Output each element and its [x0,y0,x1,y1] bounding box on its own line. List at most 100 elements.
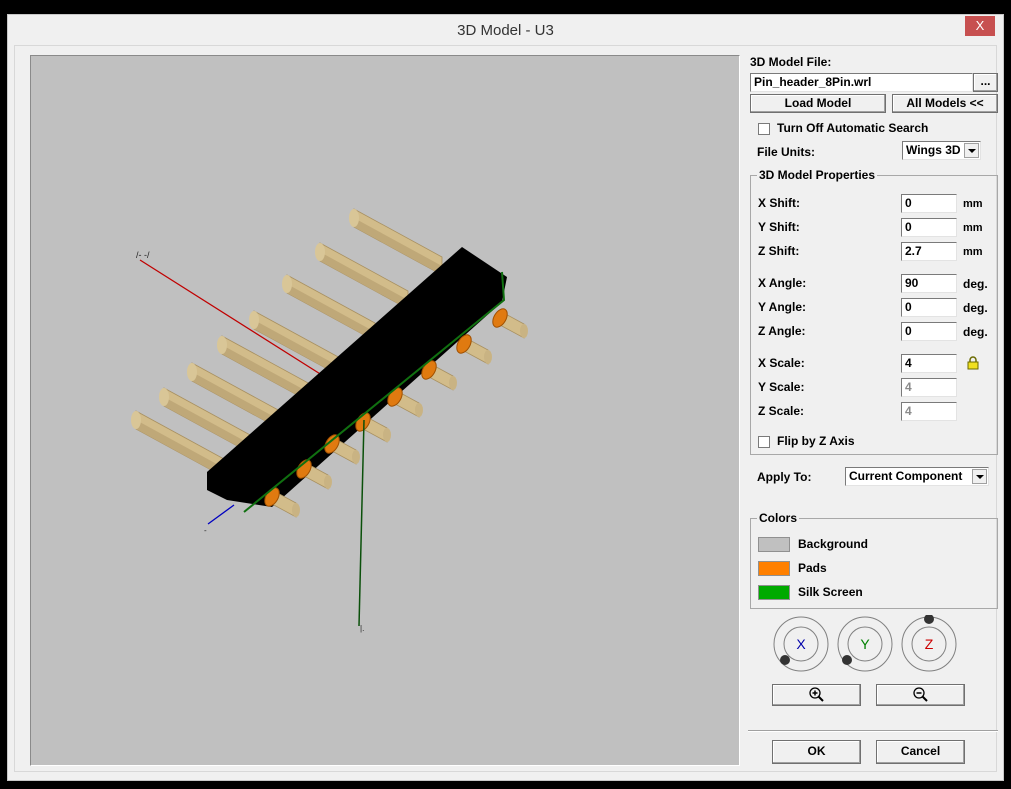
chevron-down-icon[interactable] [972,469,987,484]
pin-front-tip-8 [520,324,528,338]
background-color-swatch[interactable] [758,537,790,552]
lock-icon[interactable] [967,356,979,370]
pin-back-tip-6 [282,275,292,293]
z-shift-unit: mm [963,246,983,258]
dialog-client: /- -/ |. - 3D Model File: Pin_header_8Pin.… [14,45,998,773]
z-dial-handle[interactable] [924,615,934,624]
y-angle-label: Y Angle: [758,300,807,314]
load-model-button[interactable]: Load Model [750,94,886,113]
y-dial-handle[interactable] [842,655,852,665]
z-shift-input[interactable]: 2.7 [901,242,957,261]
y-rotation-dial[interactable]: Y [836,615,894,673]
pin-front-tip-1 [292,503,300,517]
pin-back-tip-8 [349,209,359,227]
y-axis-end-label: |. [360,624,364,633]
x-scale-input[interactable]: 4 [901,354,957,373]
pin-back-tip-2 [159,388,169,406]
x-shift-unit: mm [963,198,983,210]
zoom-in-button[interactable] [772,684,861,706]
y-shift-input[interactable]: 0 [901,218,957,237]
auto-search-label: Turn Off Automatic Search [777,121,929,135]
x-rotation-dial[interactable]: X [772,615,830,673]
x-shift-label: X Shift: [758,196,800,210]
zoom-out-icon [912,687,928,702]
zoom-out-button[interactable] [876,684,965,706]
y-shift-unit: mm [963,222,983,234]
x-angle-unit: deg. [963,277,988,291]
background-color-label: Background [798,537,869,551]
z-angle-unit: deg. [963,325,988,339]
model-properties-title: 3D Model Properties [757,168,878,182]
apply-to-select[interactable]: Current Component [845,467,989,486]
silk-screen-color-label: Silk Screen [798,585,863,599]
colors-group: Colors Background Pads Silk Screen [750,511,998,609]
pin-back-tip-7 [315,243,325,261]
x-shift-input[interactable]: 0 [901,194,957,213]
y-axis-label: Y [860,636,870,652]
auto-search-checkbox[interactable] [758,123,770,135]
dialog-window: 3D Model - U3 X /- -/ |. - 3D Model File: … [7,14,1004,781]
pin-back-tip-5 [249,311,259,329]
pin-front-tip-2 [324,475,332,489]
properties-panel: 3D Model File: Pin_header_8Pin.wrl ... L… [742,46,998,773]
y-axis-line [358,419,365,627]
pin-back-tip-1 [131,411,141,429]
zoom-in-icon [808,687,824,702]
z-rotation-dial[interactable]: Z [900,615,958,673]
flip-z-label: Flip by Z Axis [777,434,855,448]
3d-viewport[interactable]: /- -/ |. - [30,55,740,766]
file-units-label: File Units: [757,145,816,159]
pin-front-tip-3 [352,450,360,464]
z-axis-line [207,504,235,525]
z-angle-label: Z Angle: [758,324,806,338]
flip-z-checkbox[interactable] [758,436,770,448]
all-models-button[interactable]: All Models << [892,94,998,113]
y-scale-input: 4 [901,378,957,397]
y-angle-input[interactable]: 0 [901,298,957,317]
window-title: 3D Model - U3 [457,22,554,39]
footer-separator [748,730,998,732]
title-bar[interactable]: 3D Model - U3 X [8,15,1003,45]
x-angle-input[interactable]: 90 [901,274,957,293]
z-shift-label: Z Shift: [758,244,800,258]
apply-to-value: Current Component [849,469,963,483]
cancel-button[interactable]: Cancel [876,740,965,764]
pin-back-tip-3 [187,363,197,381]
silk-screen-color-swatch[interactable] [758,585,790,600]
pin-front-tip-6 [449,376,457,390]
model-properties-group: 3D Model Properties X Shift: 0 mm Y Shif… [750,168,998,455]
pin-front-tip-4 [383,428,391,442]
close-button[interactable]: X [965,16,995,36]
pin-front-tip-7 [484,350,492,364]
x-angle-label: X Angle: [758,276,807,290]
z-scale-input: 4 [901,402,957,421]
x-dial-handle[interactable] [780,655,790,665]
file-units-value: Wings 3D [906,143,961,157]
ok-button[interactable]: OK [772,740,861,764]
y-angle-unit: deg. [963,301,988,315]
pin-back-shade-8 [354,218,442,275]
pads-color-label: Pads [798,561,827,575]
z-axis-label: Z [925,636,934,652]
apply-to-label: Apply To: [757,470,812,484]
x-axis-end-label: /- -/ [136,250,150,260]
pin-back-shade-6 [287,284,375,341]
pin-front-tip-5 [415,403,423,417]
file-units-select[interactable]: Wings 3D [902,141,981,160]
header-body [207,247,507,507]
z-scale-label: Z Scale: [758,404,805,418]
y-shift-label: Y Shift: [758,220,800,234]
pads-color-swatch[interactable] [758,561,790,576]
y-scale-label: Y Scale: [758,380,805,394]
z-angle-input[interactable]: 0 [901,322,957,341]
browse-button[interactable]: ... [973,73,998,92]
model-file-input[interactable]: Pin_header_8Pin.wrl [750,73,973,92]
z-axis-end-label: - [204,526,207,535]
colors-title: Colors [757,511,800,525]
model-file-label: 3D Model File: [750,55,832,69]
pin-back-tip-4 [217,336,227,354]
3d-scene[interactable]: /- -/ |. - [31,56,740,766]
x-axis-label: X [796,636,806,652]
x-scale-label: X Scale: [758,356,805,370]
chevron-down-icon[interactable] [964,143,979,158]
